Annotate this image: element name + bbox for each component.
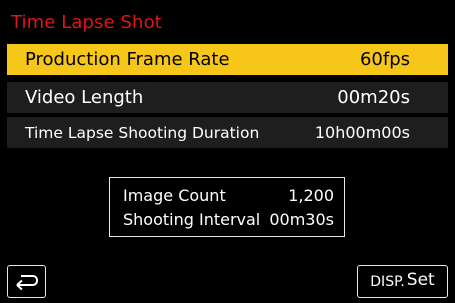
shooting-interval-label: Shooting Interval (123, 209, 261, 229)
info-panel: Image Count 1,200 Shooting Interval 00m3… (109, 177, 345, 237)
menu-item-label: Time Lapse Shooting Duration (25, 123, 260, 142)
disp-label: DISP. (370, 273, 405, 290)
menu-item-video-length[interactable]: Video Length 00m20s (7, 82, 448, 113)
set-label: Set (406, 269, 435, 290)
back-button[interactable] (7, 265, 46, 298)
shooting-interval-value: 00m30s (269, 209, 334, 229)
menu-item-value: 10h00m00s (314, 123, 410, 142)
menu-item-value: 00m20s (337, 87, 410, 108)
image-count-value: 1,200 (288, 185, 334, 205)
image-count-label: Image Count (123, 185, 226, 205)
return-arrow-icon (15, 274, 38, 290)
menu-item-value: 60fps (359, 49, 410, 70)
image-count-row: Image Count 1,200 (123, 183, 334, 207)
menu-item-shooting-duration[interactable]: Time Lapse Shooting Duration 10h00m00s (7, 117, 448, 148)
shooting-interval-row: Shooting Interval 00m30s (123, 207, 334, 231)
menu-item-label: Video Length (25, 87, 144, 108)
disp-set-button[interactable]: DISP. Set (357, 265, 448, 298)
menu-title: Time Lapse Shot (11, 12, 162, 33)
menu-item-production-frame-rate[interactable]: Production Frame Rate 60fps (7, 44, 448, 75)
menu-item-label: Production Frame Rate (25, 49, 230, 70)
